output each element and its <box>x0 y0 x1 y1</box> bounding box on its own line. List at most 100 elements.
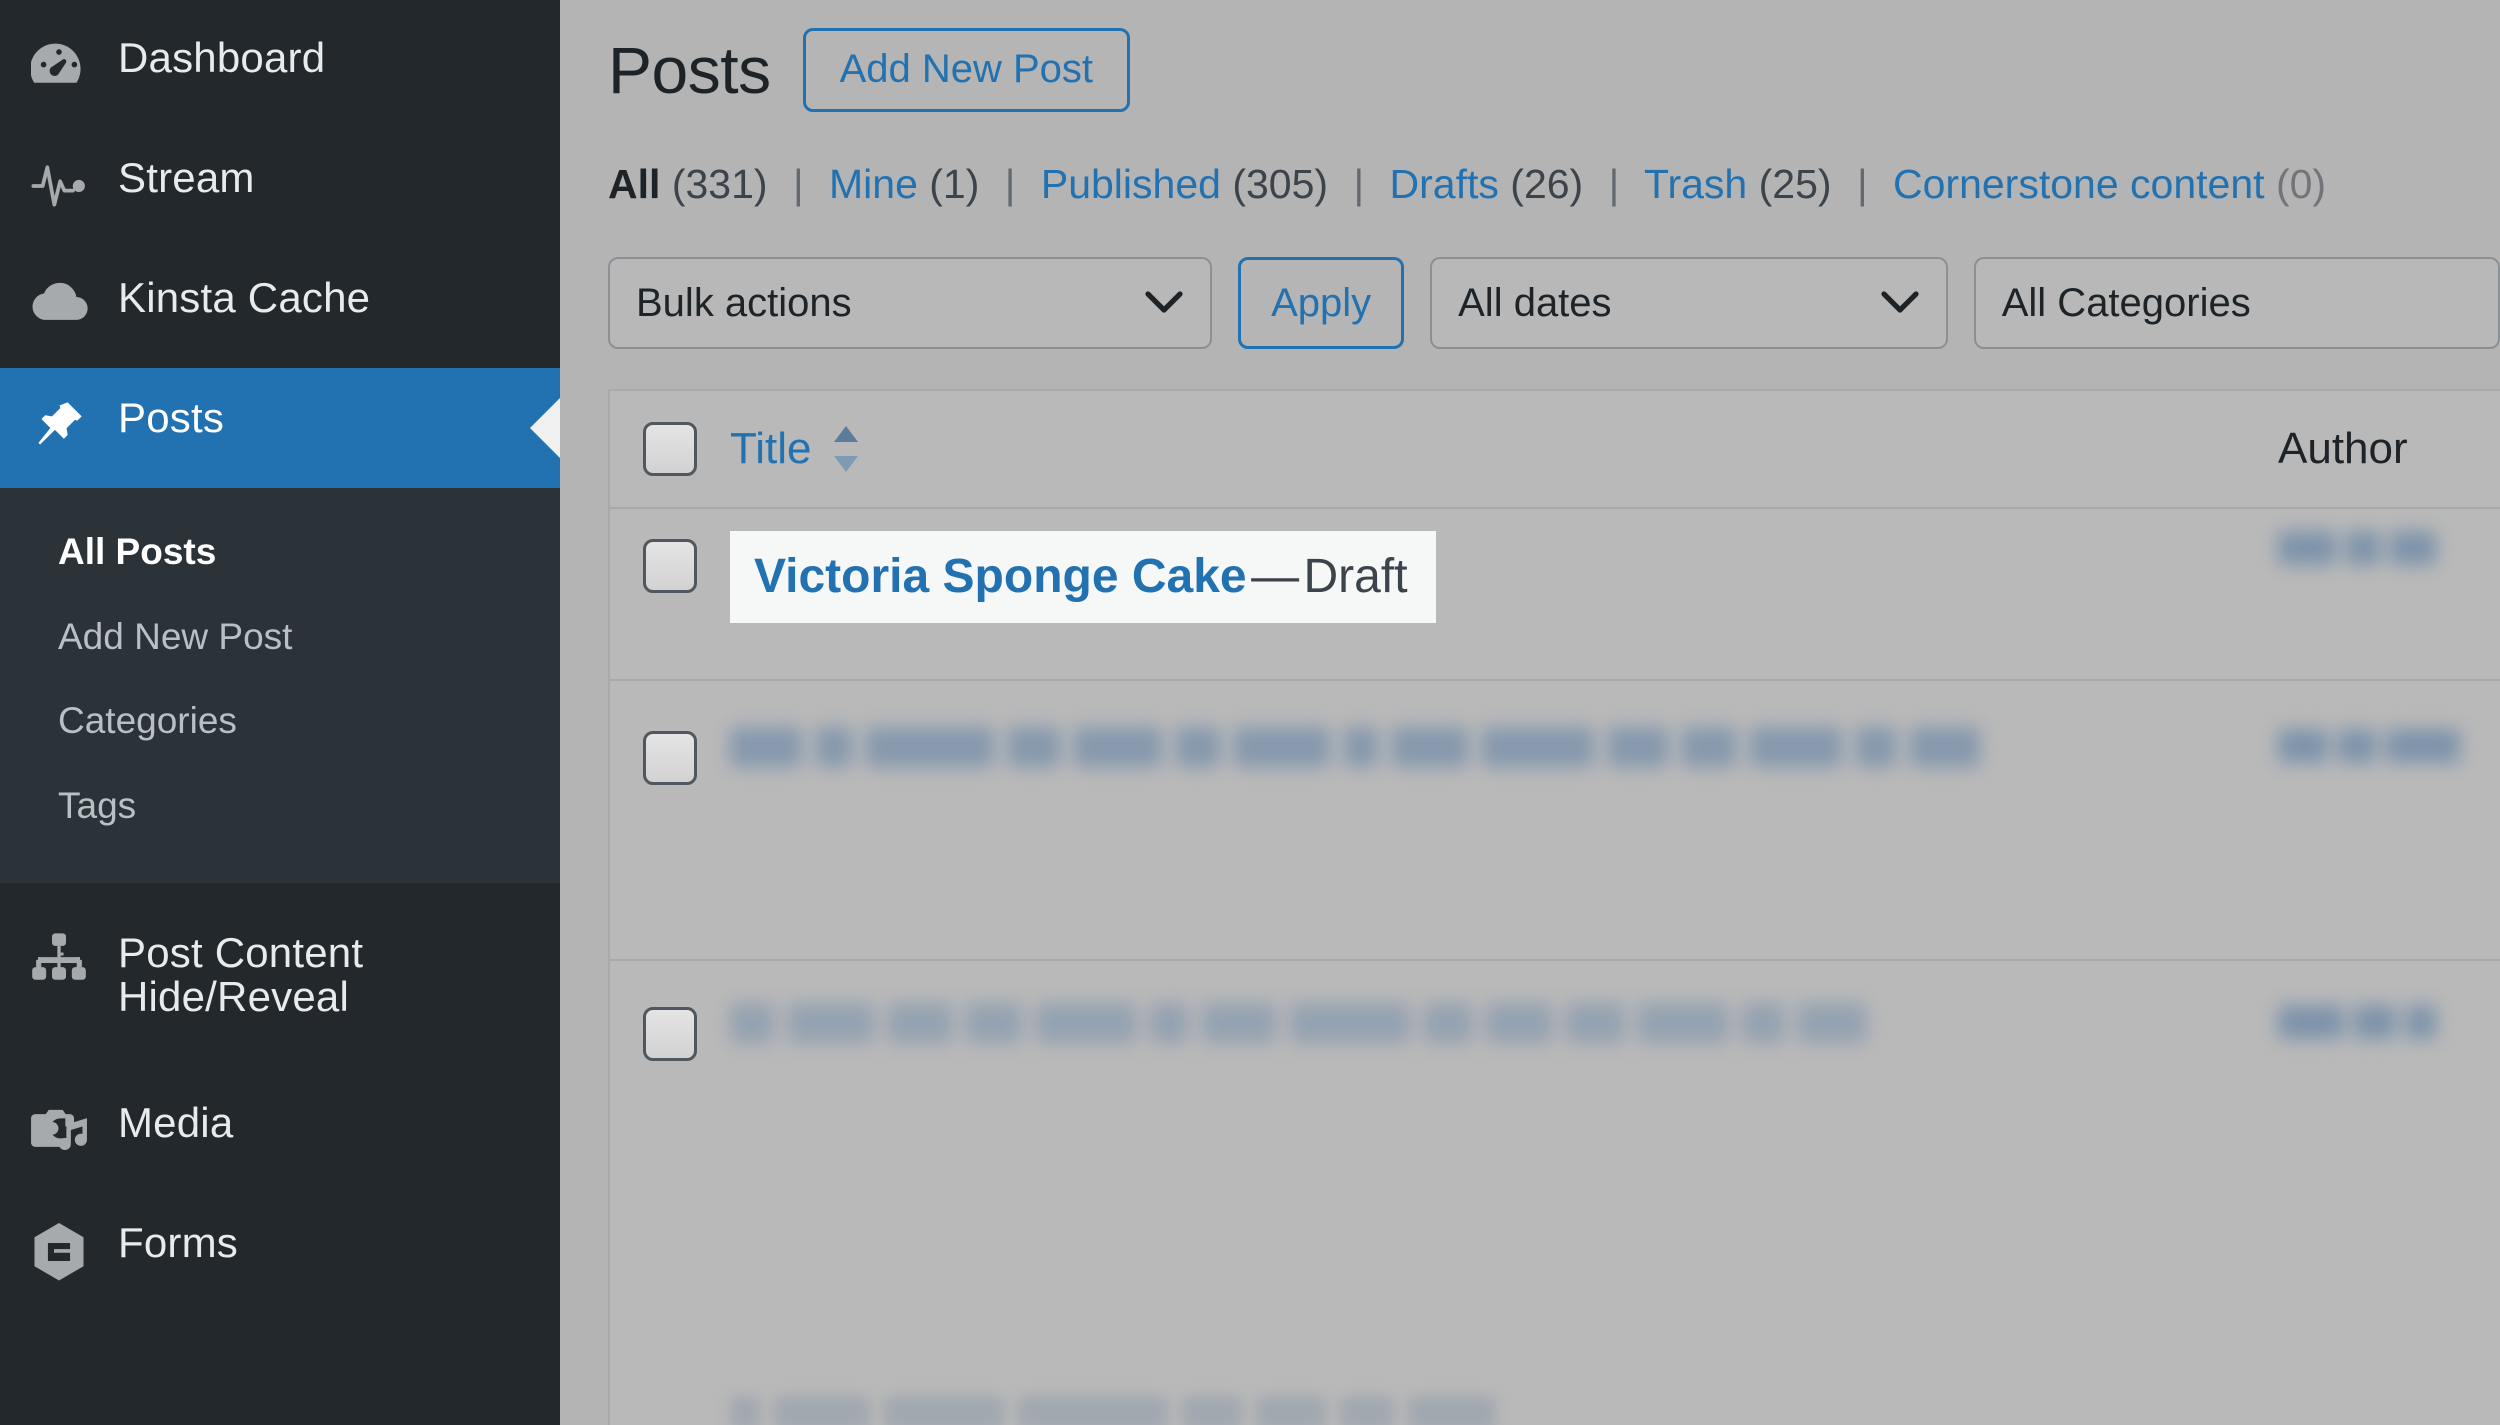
redacted-author-value <box>2278 1005 2500 1039</box>
date-filter-value: All dates <box>1458 280 1612 325</box>
pin-icon <box>28 398 90 452</box>
wordpress-admin-screen: Dashboard Stream Kinsta Cache Posts All … <box>0 0 2500 1425</box>
filter-count-drafts: (26) <box>1510 161 1584 207</box>
filter-separator: | <box>1608 161 1620 207</box>
table-row-victoria-sponge-cake[interactable]: Victoria Sponge Cake — Draft <box>610 509 2500 681</box>
filter-separator: | <box>1856 161 1868 207</box>
redacted-author-value <box>2278 729 2500 763</box>
posts-submenu: All Posts Add New Post Categories Tags <box>0 488 560 883</box>
row-checkbox[interactable] <box>643 539 697 593</box>
row-title-cell <box>730 689 2278 767</box>
column-header-author-label: Author <box>2278 424 2408 473</box>
sidebar-item-media[interactable]: Media <box>0 1073 560 1193</box>
posts-table: Title Author Victoria Sponge Cake — Draf… <box>608 389 2500 1425</box>
filter-count-cornerstone-content: (0) <box>2275 161 2327 207</box>
sidebar-item-forms[interactable]: Forms <box>0 1193 560 1313</box>
redacted-author-value <box>2278 531 2500 565</box>
filter-link-all[interactable]: All <box>608 161 660 207</box>
bulk-actions-select[interactable]: Bulk actions <box>608 257 1213 349</box>
column-header-title-label: Title <box>730 424 812 473</box>
forms-icon <box>28 1222 90 1281</box>
cloud-icon <box>28 278 90 328</box>
sidebar-item-label: Posts <box>118 394 225 441</box>
sidebar-item-dashboard[interactable]: Dashboard <box>0 8 560 128</box>
row-checkbox-cell <box>610 517 730 593</box>
status-filter-links: All (331) | Mine (1) | Published (305) |… <box>608 164 2500 205</box>
sitemap-icon <box>28 933 90 985</box>
redacted-post-title <box>730 1003 2278 1043</box>
filter-link-trash[interactable]: Trash <box>1644 161 1747 207</box>
sidebar-subitem-categories[interactable]: Categories <box>0 679 560 764</box>
row-checkbox-cell <box>610 969 730 1061</box>
select-all-checkbox[interactable] <box>643 422 697 476</box>
sidebar-subitem-label: Add New Post <box>58 615 293 657</box>
row-checkbox[interactable] <box>643 1007 697 1061</box>
admin-sidebar: Dashboard Stream Kinsta Cache Posts All … <box>0 0 560 1425</box>
post-status-label: Draft <box>1303 550 1408 603</box>
row-author-cell <box>2278 689 2500 763</box>
table-row-partial-bottom[interactable] <box>610 1365 2500 1425</box>
row-title-cell <box>730 969 2278 1043</box>
filter-link-mine[interactable]: Mine <box>829 161 918 207</box>
table-row-redacted-2[interactable] <box>610 961 2500 1425</box>
filter-link-cornerstone-content[interactable]: Cornerstone content <box>1893 161 2265 207</box>
date-filter-select[interactable]: All dates <box>1430 257 1948 349</box>
chevron-down-icon <box>1144 281 1184 326</box>
bulk-actions-value: Bulk actions <box>636 280 852 325</box>
sidebar-subitem-tags[interactable]: Tags <box>0 764 560 849</box>
sidebar-item-post-content-hide-reveal[interactable]: Post Content Hide/Reveal <box>0 883 560 1073</box>
highlighted-post-title: Victoria Sponge Cake — Draft <box>730 531 1436 623</box>
post-state-separator: — <box>1251 550 1300 603</box>
posts-list-page: Posts Add New Post All (331) | Mine (1) … <box>560 0 2500 1425</box>
sidebar-item-posts[interactable]: Posts <box>0 368 560 488</box>
sidebar-item-label: Post Content Hide/Reveal <box>118 928 364 1020</box>
sidebar-item-label: Kinsta Cache <box>118 274 371 321</box>
filter-count-published: (305) <box>1232 161 1329 207</box>
filter-separator: | <box>1004 161 1016 207</box>
row-author-cell <box>2278 517 2500 565</box>
add-new-post-button[interactable]: Add New Post <box>802 28 1131 112</box>
sidebar-item-stream[interactable]: Stream <box>0 128 560 248</box>
table-navigation-toolbar: Bulk actions Apply All dates All Categor… <box>608 257 2500 349</box>
column-header-title-cell: Title <box>730 426 2278 472</box>
column-header-title[interactable]: Title <box>730 426 2278 472</box>
page-header: Posts Add New Post <box>608 0 2500 118</box>
table-row-redacted-1[interactable] <box>610 681 2500 961</box>
sidebar-item-label: Media <box>118 1098 234 1146</box>
filter-link-drafts[interactable]: Drafts <box>1390 161 1499 207</box>
sidebar-item-label: Stream <box>118 154 255 201</box>
select-all-checkbox-cell <box>610 422 730 476</box>
sidebar-item-kinsta-cache[interactable]: Kinsta Cache <box>0 248 560 368</box>
table-header-row: Title Author <box>610 391 2500 509</box>
media-icon <box>28 1103 90 1159</box>
post-title-link[interactable]: Victoria Sponge Cake <box>754 550 1247 603</box>
category-filter-select[interactable]: All Categories <box>1973 257 2500 349</box>
row-author-cell <box>2278 969 2500 1039</box>
stream-icon <box>28 158 90 214</box>
sidebar-subitem-add-new-post[interactable]: Add New Post <box>0 595 560 680</box>
chevron-down-icon <box>1880 281 1920 326</box>
sidebar-subitem-label: Categories <box>58 700 237 742</box>
sidebar-subitem-label: All Posts <box>58 531 217 572</box>
row-checkbox[interactable] <box>643 731 697 785</box>
row-title-cell: Victoria Sponge Cake — Draft <box>730 517 2278 623</box>
sidebar-subitem-all-posts[interactable]: All Posts <box>0 510 560 595</box>
sidebar-subitem-label: Tags <box>58 785 137 827</box>
filter-link-published[interactable]: Published <box>1041 161 1221 207</box>
row-checkbox-cell <box>610 689 730 785</box>
dashboard-icon <box>28 38 90 94</box>
page-title: Posts <box>608 33 771 107</box>
apply-button[interactable]: Apply <box>1238 257 1405 349</box>
filter-separator: | <box>1353 161 1365 207</box>
filter-separator: | <box>792 161 804 207</box>
sidebar-item-label: Dashboard <box>118 34 326 81</box>
sidebar-item-label: Forms <box>118 1218 238 1266</box>
redacted-post-title <box>730 1396 1496 1425</box>
category-filter-value: All Categories <box>2001 280 2251 325</box>
filter-count-trash: (25) <box>1758 161 1832 207</box>
filter-count-all: (331) <box>671 161 768 207</box>
active-menu-arrow-icon <box>530 398 560 458</box>
column-header-author[interactable]: Author <box>2278 424 2500 474</box>
filter-count-mine: (1) <box>929 161 980 207</box>
sort-arrows-icon[interactable] <box>828 426 864 472</box>
